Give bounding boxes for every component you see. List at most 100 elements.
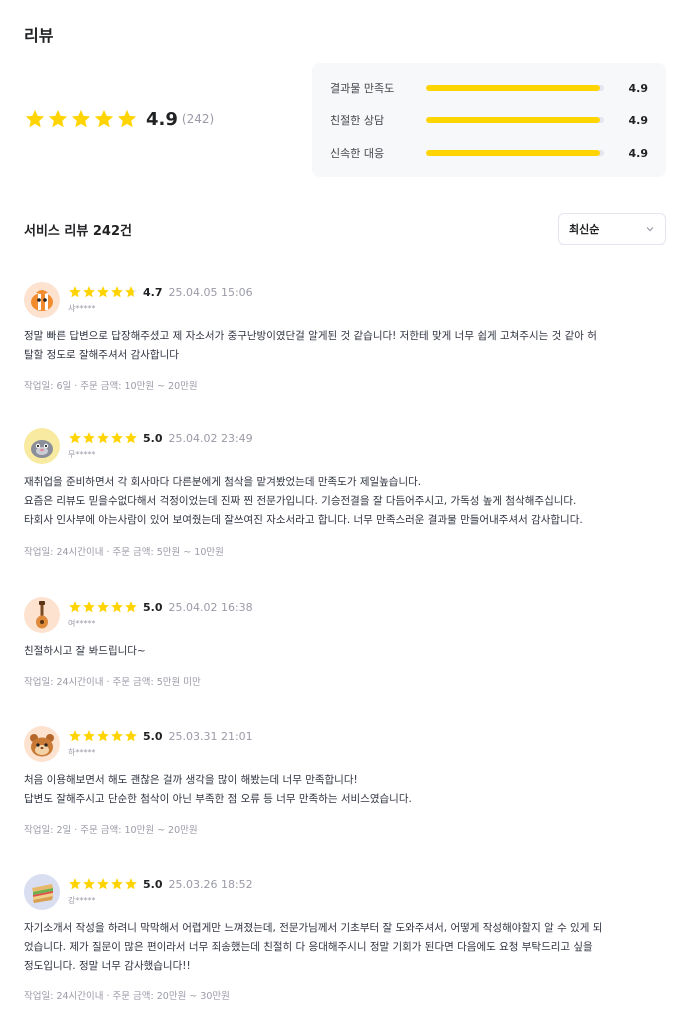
metric-value: 4.9 [628,81,649,95]
metric-label: 결과물 만족도 [330,82,395,95]
review-meta: 작업일: 24시간이내 · 주문 금액: 5만원 ~ 10만원 [24,547,224,558]
review-text: 친절하시고 잘 봐드립니다~ [24,645,146,657]
metric-row-quality: 결과물 만족도 4.9 [330,78,648,98]
rating-summary: 4.9 (242) [24,108,214,130]
star-icon [125,601,137,613]
review-header: 4.7 25.04.05 15:06 [68,285,253,299]
mole-avatar-icon [24,428,60,464]
review-text: 재취업을 준비하면서 각 회사마다 다른분에게 첨삭을 맡겨봤었는데 만족도가 … [24,476,583,526]
star-icon [83,432,95,444]
guitar-avatar-icon [24,597,60,633]
star-icon [69,432,81,444]
summary-stars [24,108,138,130]
clownfish-avatar-icon [24,282,60,318]
star-icon [69,286,81,298]
review-date: 25.04.05 15:06 [168,285,253,299]
star-icon [83,730,95,742]
review-text: 자기소개서 작성을 하려니 막막해서 어렵게만 느껴졌는데, 전문가님께서 기초… [24,922,603,972]
page-title: 리뷰 [24,26,54,45]
star-icon [97,432,109,444]
review-header: 5.0 25.03.31 21:01 [68,729,253,743]
review-score: 5.0 [143,877,163,891]
metric-value: 4.9 [628,113,649,127]
metric-label: 친절한 상담 [330,114,385,127]
review-score: 5.0 [143,729,163,743]
avatar [24,428,60,464]
review-username: 강***** [68,896,96,905]
review-username: 샤***** [68,304,96,313]
star-icon [111,878,123,890]
reviews-heading: 서비스 리뷰 242건 [24,224,132,239]
star-icon [25,109,45,128]
review-score: 5.0 [143,600,163,614]
avatar [24,874,60,910]
metric-bar-fill [426,117,601,123]
metric-bar [426,150,604,156]
sort-select-value: 최신순 [569,223,600,236]
sandwich-avatar-icon [24,874,60,910]
star-icon [71,109,91,128]
metric-value: 4.9 [628,146,649,160]
star-icon [69,878,81,890]
star-icon [83,601,95,613]
star-icon [125,432,137,444]
metric-row-kindness: 친절한 상담 4.9 [330,110,648,130]
star-icon [117,109,137,128]
star-icon [125,286,137,298]
star-icon [111,730,123,742]
star-icon [97,878,109,890]
review-date: 25.04.02 23:49 [168,431,253,445]
review-count: (242) [181,112,215,126]
star-icon [48,109,68,128]
metric-bar-fill [426,85,601,91]
review-username: 무***** [68,450,96,459]
metric-bar [426,85,604,91]
review-meta: 작업일: 2일 · 주문 금액: 10만원 ~ 20만원 [24,825,198,836]
review-header: 5.0 25.04.02 16:38 [68,600,253,614]
star-icon [69,601,81,613]
review-stars [68,431,138,445]
star-icon [111,432,123,444]
metric-row-response: 신속한 대응 4.9 [330,143,648,163]
avatar [24,597,60,633]
review-header: 5.0 25.04.02 23:49 [68,431,253,445]
review-stars [68,877,138,891]
star-icon [97,286,109,298]
metric-bar [426,117,604,123]
review-date: 25.03.26 18:52 [168,877,253,891]
review-text: 정말 빠른 답변으로 답장해주셨고 제 자소서가 중구난방이였단걸 알게된 것 … [24,330,597,361]
review-text: 처음 이용해보면서 해도 괜찮은 걸까 생각을 많이 해봤는데 너무 만족합니다… [24,774,412,805]
review-score: 5.0 [143,431,163,445]
review-meta: 작업일: 6일 · 주문 금액: 10만원 ~ 20만원 [24,381,198,392]
review-stars [68,285,138,299]
star-icon [125,730,137,742]
star-icon [94,109,114,128]
metric-label: 신속한 대응 [330,147,385,160]
review-stars [68,600,138,614]
review-score: 4.7 [143,285,163,299]
star-icon [97,730,109,742]
metric-bar-fill [426,150,601,156]
average-score: 4.9 [146,108,178,130]
review-username: 여***** [68,619,96,628]
avatar [24,282,60,318]
review-meta: 작업일: 24시간이내 · 주문 금액: 5만원 미만 [24,677,201,688]
star-icon [111,601,123,613]
review-date: 25.03.31 21:01 [168,729,253,743]
review-username: 하***** [68,748,96,757]
review-date: 25.04.02 16:38 [168,600,253,614]
review-meta: 작업일: 24시간이내 · 주문 금액: 20만원 ~ 30만원 [24,991,230,1002]
star-icon [83,878,95,890]
star-icon [111,286,123,298]
star-icon [83,286,95,298]
chevron-down-icon [646,227,654,232]
metric-summary-box: 결과물 만족도 4.9 친절한 상담 4.9 신속한 대응 4.9 [312,63,666,177]
star-icon [69,730,81,742]
avatar [24,726,60,762]
review-stars [68,729,138,743]
review-header: 5.0 25.03.26 18:52 [68,877,253,891]
hamster-avatar-icon [24,726,60,762]
star-icon [97,601,109,613]
star-icon [125,878,137,890]
sort-select[interactable]: 최신순 [558,213,666,245]
